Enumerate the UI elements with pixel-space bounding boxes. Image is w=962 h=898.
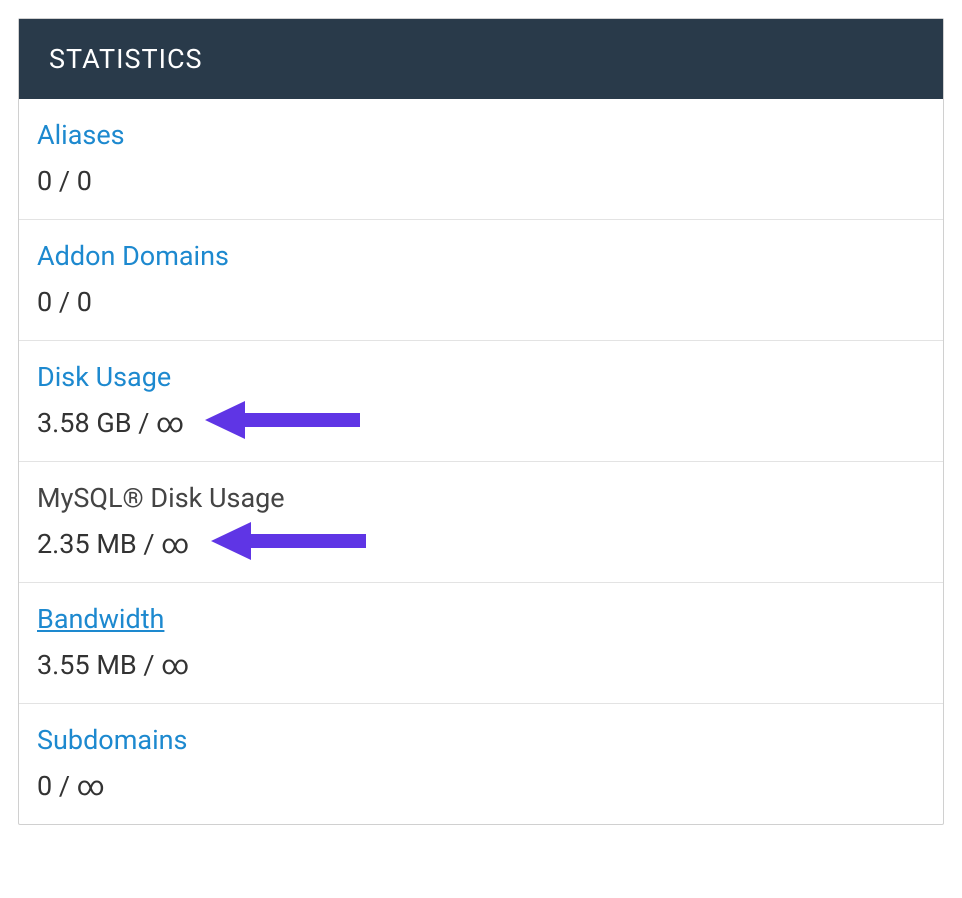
stat-label-bandwidth[interactable]: Bandwidth xyxy=(37,603,164,635)
stat-value-addon-domains: 0 / 0 xyxy=(37,286,925,318)
stat-label-mysql-disk-usage: MySQL® Disk Usage xyxy=(37,482,285,514)
stat-value-subdomains: 0 / ∞ xyxy=(37,770,925,802)
stat-value-mysql-disk-usage: 2.35 MB / ∞ xyxy=(37,528,925,560)
stat-label-aliases[interactable]: Aliases xyxy=(37,119,125,151)
stat-row-disk-usage: Disk Usage 3.58 GB / ∞ xyxy=(19,341,943,462)
stat-value-disk-usage: 3.58 GB / ∞ xyxy=(37,407,925,439)
panel-title: STATISTICS xyxy=(19,19,943,99)
stat-value-aliases: 0 / 0 xyxy=(37,165,925,197)
stat-row-bandwidth: Bandwidth 3.55 MB / ∞ xyxy=(19,583,943,704)
arrow-left-icon xyxy=(211,520,366,562)
stat-row-mysql-disk-usage: MySQL® Disk Usage 2.35 MB / ∞ xyxy=(19,462,943,583)
stat-row-subdomains: Subdomains 0 / ∞ xyxy=(19,704,943,824)
stat-row-addon-domains: Addon Domains 0 / 0 xyxy=(19,220,943,341)
statistics-panel: STATISTICS Aliases 0 / 0 Addon Domains 0… xyxy=(18,18,944,825)
stat-row-aliases: Aliases 0 / 0 xyxy=(19,99,943,220)
arrow-left-icon xyxy=(205,399,360,441)
stat-value-bandwidth: 3.55 MB / ∞ xyxy=(37,649,925,681)
stat-label-addon-domains[interactable]: Addon Domains xyxy=(37,240,229,272)
stat-label-disk-usage[interactable]: Disk Usage xyxy=(37,361,171,393)
stat-label-subdomains[interactable]: Subdomains xyxy=(37,724,187,756)
